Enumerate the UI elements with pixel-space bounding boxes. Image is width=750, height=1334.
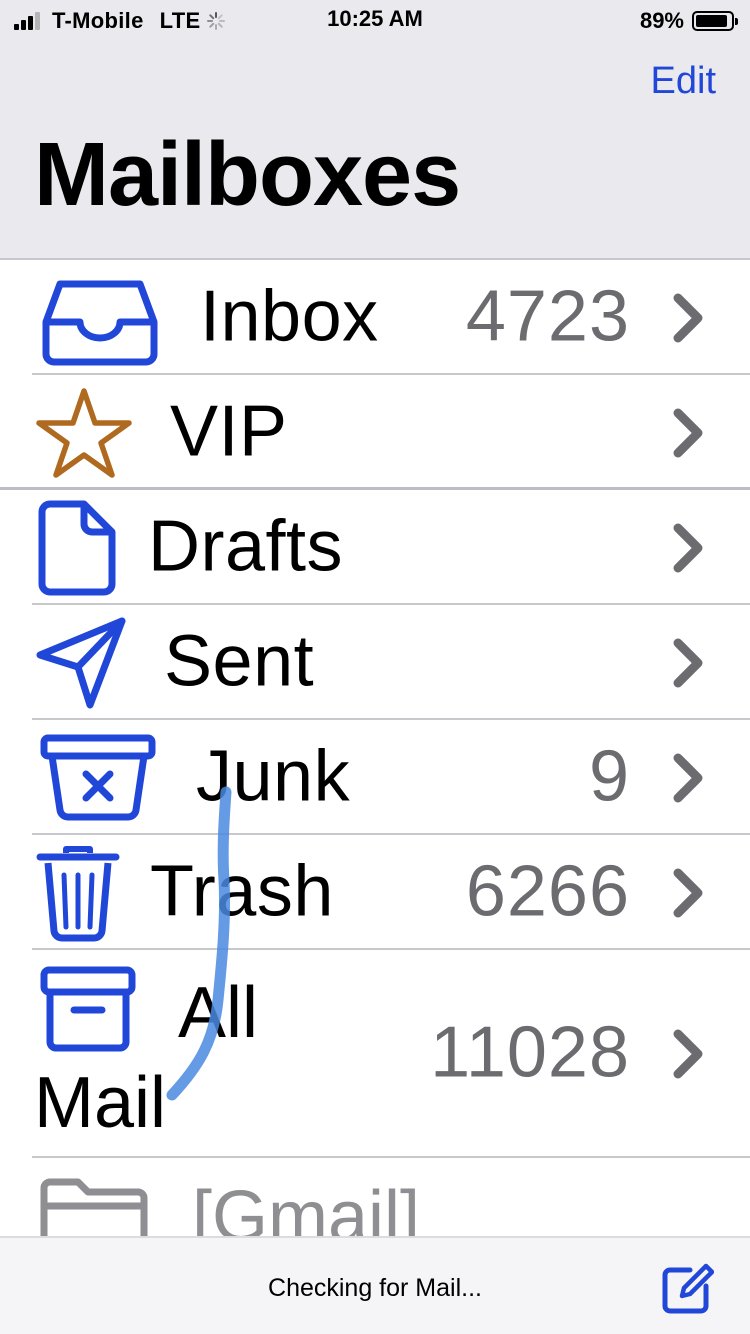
folder-icon	[38, 1176, 150, 1238]
chevron-right-icon	[673, 638, 703, 687]
mailbox-row-vip[interactable]: VIP	[0, 375, 750, 490]
paper-plane-icon	[34, 613, 164, 713]
document-icon	[34, 498, 164, 598]
sync-status-text: Checking for Mail...	[268, 1274, 482, 1302]
unread-count: 11028	[430, 1012, 630, 1093]
mailbox-label: VIP	[170, 390, 288, 471]
mailbox-row-all-mail[interactable]: All Mail 11028	[0, 950, 750, 1158]
unread-count: 9	[588, 735, 630, 816]
mailbox-row-inbox[interactable]: Inbox 4723	[0, 260, 750, 375]
status-bar: T-Mobile LTE 10:25 AM 89%	[0, 0, 750, 42]
star-icon	[34, 383, 164, 483]
chevron-right-icon	[673, 1029, 703, 1079]
chevron-right-icon	[673, 868, 703, 917]
mailbox-label: Trash	[150, 850, 334, 931]
mailbox-row-gmail[interactable]: [Gmail]	[0, 1158, 750, 1238]
edit-button[interactable]: Edit	[651, 60, 716, 103]
junk-bin-icon	[34, 728, 164, 828]
mailbox-label: Junk	[196, 735, 351, 816]
compose-icon[interactable]	[660, 1262, 714, 1316]
mailbox-list: Inbox 4723 VIP Drafts Sent Junk 9 Trash …	[0, 260, 750, 1238]
trash-can-icon	[34, 843, 164, 943]
battery-percent: 89%	[639, 8, 684, 33]
unread-count: 6266	[465, 850, 630, 931]
battery-icon	[692, 11, 738, 31]
mailbox-row-trash[interactable]: Trash 6266	[0, 835, 750, 950]
mailbox-row-junk[interactable]: Junk 9	[0, 720, 750, 835]
mailbox-label-line2: Mail	[34, 1063, 167, 1143]
mailbox-label: [Gmail]	[192, 1177, 421, 1238]
page-title: Mailboxes	[34, 125, 461, 225]
mailbox-row-drafts[interactable]: Drafts	[0, 490, 750, 605]
mailbox-label: Drafts	[148, 505, 344, 586]
mailbox-row-sent[interactable]: Sent	[0, 605, 750, 720]
chevron-right-icon	[673, 293, 703, 342]
unread-count: 4723	[465, 275, 630, 356]
mailbox-label: Sent	[164, 620, 315, 701]
status-right: 89%	[639, 6, 738, 36]
navigation-header: Edit Mailboxes	[0, 42, 750, 260]
inbox-tray-icon	[34, 268, 164, 368]
chevron-right-icon	[673, 753, 703, 802]
mailbox-label-line1: All	[178, 973, 259, 1053]
chevron-right-icon	[673, 408, 703, 457]
chevron-right-icon	[673, 523, 703, 572]
mailbox-label: Inbox	[200, 275, 379, 356]
status-time: 10:25 AM	[327, 6, 423, 31]
archive-box-icon	[38, 964, 138, 1054]
bottom-toolbar: Checking for Mail...	[0, 1236, 750, 1334]
